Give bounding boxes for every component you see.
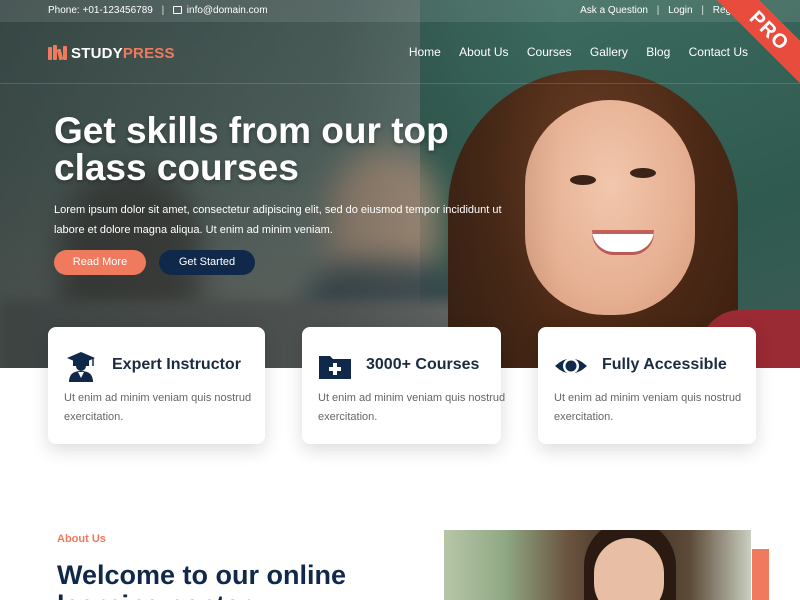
top-bar: Phone: +01-123456789 | info@domain.com A… <box>0 0 800 22</box>
read-more-button[interactable]: Read More <box>54 250 146 275</box>
separator: | <box>701 5 704 16</box>
nav-contact-us[interactable]: Contact Us <box>689 45 748 59</box>
hero-student-eye <box>630 168 656 178</box>
get-started-button[interactable]: Get Started <box>159 250 255 275</box>
site-logo[interactable]: STUDYPRESS <box>48 45 175 62</box>
mail-icon <box>173 6 182 14</box>
decorative-bar <box>752 549 769 600</box>
about-label: About Us <box>57 533 106 545</box>
nav-blog[interactable]: Blog <box>646 45 670 59</box>
login-link[interactable]: Login <box>668 5 692 16</box>
feature-text: Ut enim ad minim veniam quis nostrud exe… <box>554 392 742 423</box>
ask-question-link[interactable]: Ask a Question <box>580 5 648 16</box>
feature-card: Fully Accessible Ut enim ad minim veniam… <box>538 327 756 444</box>
logo-text-part2: PRESS <box>122 45 175 62</box>
graduate-icon <box>67 352 95 382</box>
logo-text-part1: STUDY <box>71 45 123 62</box>
phone-text: Phone: +01-123456789 <box>48 5 153 16</box>
contact-info: Phone: +01-123456789 | info@domain.com <box>48 5 268 16</box>
feature-text: Ut enim ad minim veniam quis nostrud exe… <box>64 392 252 423</box>
feature-title: Expert Instructor <box>112 356 241 373</box>
about-photo-face <box>594 538 664 600</box>
eye-icon <box>555 358 587 374</box>
nav-home[interactable]: Home <box>409 45 441 59</box>
about-title: Welcome to our online learning center <box>57 560 347 600</box>
feature-title: 3000+ Courses <box>366 356 480 373</box>
page: Phone: +01-123456789 | info@domain.com A… <box>0 0 800 600</box>
hero-title: Get skills from our top class courses <box>54 110 449 188</box>
nav-gallery[interactable]: Gallery <box>590 45 628 59</box>
feature-card: 3000+ Courses Ut enim ad minim veniam qu… <box>302 327 505 444</box>
folder-plus-icon <box>319 356 351 379</box>
main-nav: Home About Us Courses Gallery Blog Conta… <box>394 45 748 59</box>
books-icon <box>48 45 68 61</box>
site-header: STUDYPRESS Home About Us Courses Gallery… <box>0 22 800 84</box>
hero-student-eye <box>570 175 596 185</box>
separator: | <box>161 5 165 16</box>
email-link[interactable]: info@domain.com <box>187 5 268 16</box>
feature-text: Ut enim ad minim veniam quis nostrud exe… <box>318 392 506 423</box>
nav-about-us[interactable]: About Us <box>459 45 508 59</box>
about-photo <box>444 530 751 600</box>
hero-description: Lorem ipsum dolor sit amet, consectetur … <box>54 204 502 236</box>
feature-card: Expert Instructor Ut enim ad minim venia… <box>48 327 265 444</box>
nav-courses[interactable]: Courses <box>527 45 572 59</box>
separator: | <box>656 5 660 16</box>
feature-title: Fully Accessible <box>602 356 727 373</box>
